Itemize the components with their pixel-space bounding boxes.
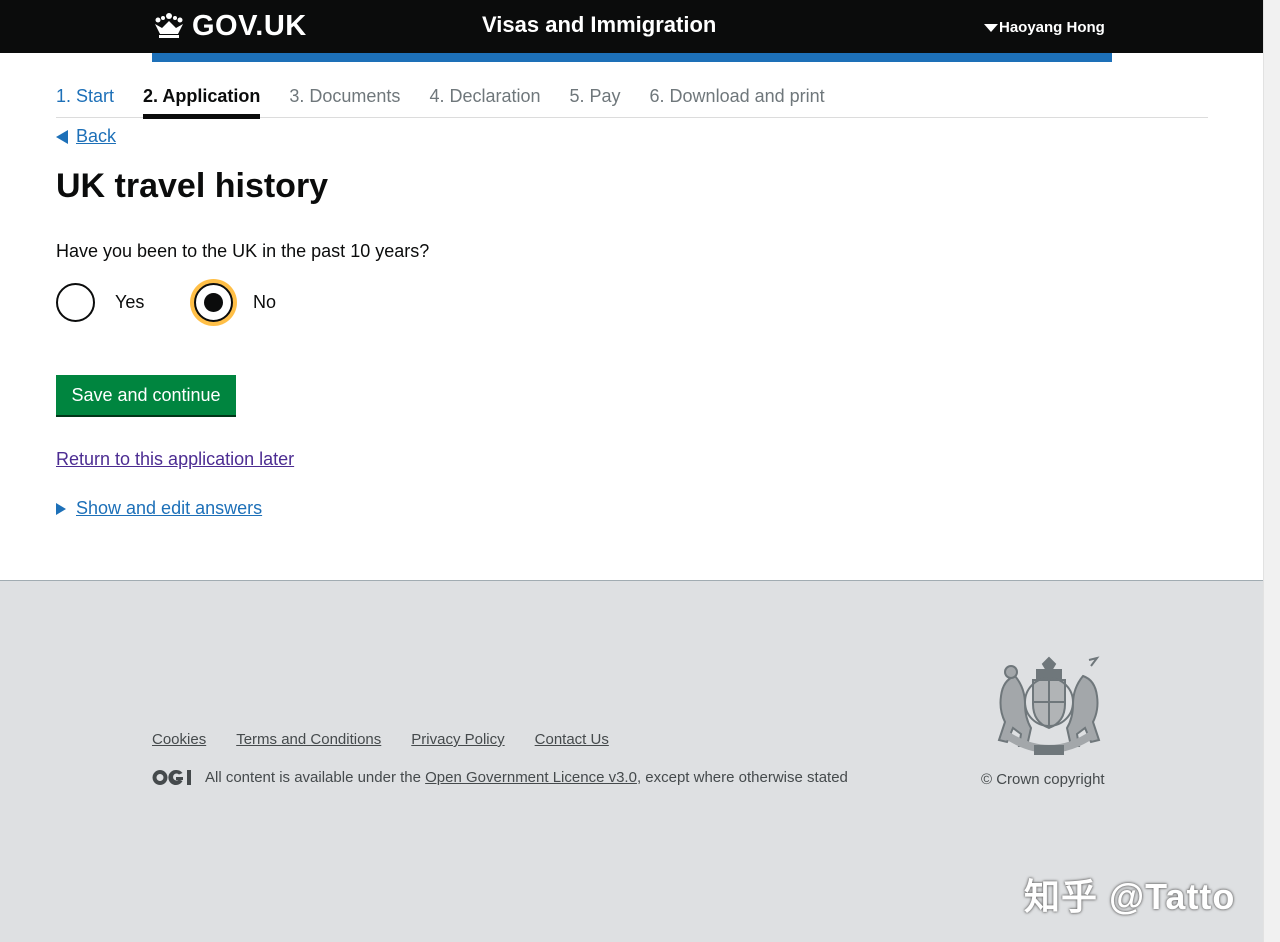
back-link[interactable]: Back xyxy=(56,126,116,147)
caret-down-icon xyxy=(984,23,998,32)
service-name[interactable]: Visas and Immigration xyxy=(482,12,716,38)
return-later-link[interactable]: Return to this application later xyxy=(56,449,294,470)
radio-yes-circle[interactable] xyxy=(56,283,95,322)
royal-coat-of-arms-icon xyxy=(997,656,1101,755)
user-menu[interactable]: Haoyang Hong xyxy=(984,19,1105,36)
progress-steps: 1. Start 2. Application 3. Documents 4. … xyxy=(56,83,1208,119)
footer-link-privacy[interactable]: Privacy Policy xyxy=(411,731,504,748)
page-title: UK travel history xyxy=(56,167,329,205)
footer-links: Cookies Terms and Conditions Privacy Pol… xyxy=(152,731,639,748)
crown-copyright[interactable]: © Crown copyright xyxy=(981,771,1105,788)
licence-prefix: All content is available under the xyxy=(205,769,426,786)
watermark: 知乎 @Tatto xyxy=(1024,876,1236,917)
footer-link-contact[interactable]: Contact Us xyxy=(535,731,609,748)
back-label: Back xyxy=(76,126,117,146)
header-accent-bar xyxy=(152,53,1112,62)
step-pay: 5. Pay xyxy=(569,86,621,106)
licence-statement: All content is available under the Open … xyxy=(152,769,848,786)
licence-suffix: , except where otherwise stated xyxy=(636,769,848,786)
step-download-print: 6. Download and print xyxy=(649,86,825,106)
back-arrow-icon xyxy=(56,129,68,144)
page: GOV.UK Visas and Immigration Haoyang Hon… xyxy=(0,0,1263,942)
site-header: GOV.UK Visas and Immigration Haoyang Hon… xyxy=(0,0,1263,53)
step-application: 2. Application xyxy=(143,83,261,119)
radio-no-label[interactable]: No xyxy=(253,292,276,313)
ogl-logo-icon xyxy=(152,769,191,785)
radio-yes-label[interactable]: Yes xyxy=(115,292,144,313)
vertical-scrollbar[interactable] xyxy=(1263,0,1280,942)
save-and-continue-button[interactable]: Save and continue xyxy=(56,375,236,415)
show-edit-answers-label: Show and edit answers xyxy=(76,498,263,518)
radio-no-circle[interactable] xyxy=(194,283,233,322)
footer-link-cookies[interactable]: Cookies xyxy=(152,731,206,748)
licence-link[interactable]: Open Government Licence v3.0 xyxy=(425,769,637,786)
disclosure-triangle-icon xyxy=(56,502,66,515)
radio-selected-dot xyxy=(204,293,223,312)
show-edit-answers-toggle[interactable]: Show and edit answers xyxy=(56,498,262,519)
radio-no[interactable]: No xyxy=(194,283,276,322)
step-declaration: 4. Declaration xyxy=(429,86,541,106)
crown-icon xyxy=(155,13,183,38)
step-documents: 3. Documents xyxy=(289,86,401,106)
radio-yes[interactable]: Yes xyxy=(56,283,144,322)
user-name: Haoyang Hong xyxy=(999,19,1105,36)
step-start[interactable]: 1. Start xyxy=(56,83,114,118)
footer-link-terms[interactable]: Terms and Conditions xyxy=(236,731,381,748)
govuk-logo[interactable]: GOV.UK xyxy=(152,10,307,42)
question-label: Have you been to the UK in the past 10 y… xyxy=(56,241,430,261)
logo-text: GOV.UK xyxy=(192,9,307,42)
